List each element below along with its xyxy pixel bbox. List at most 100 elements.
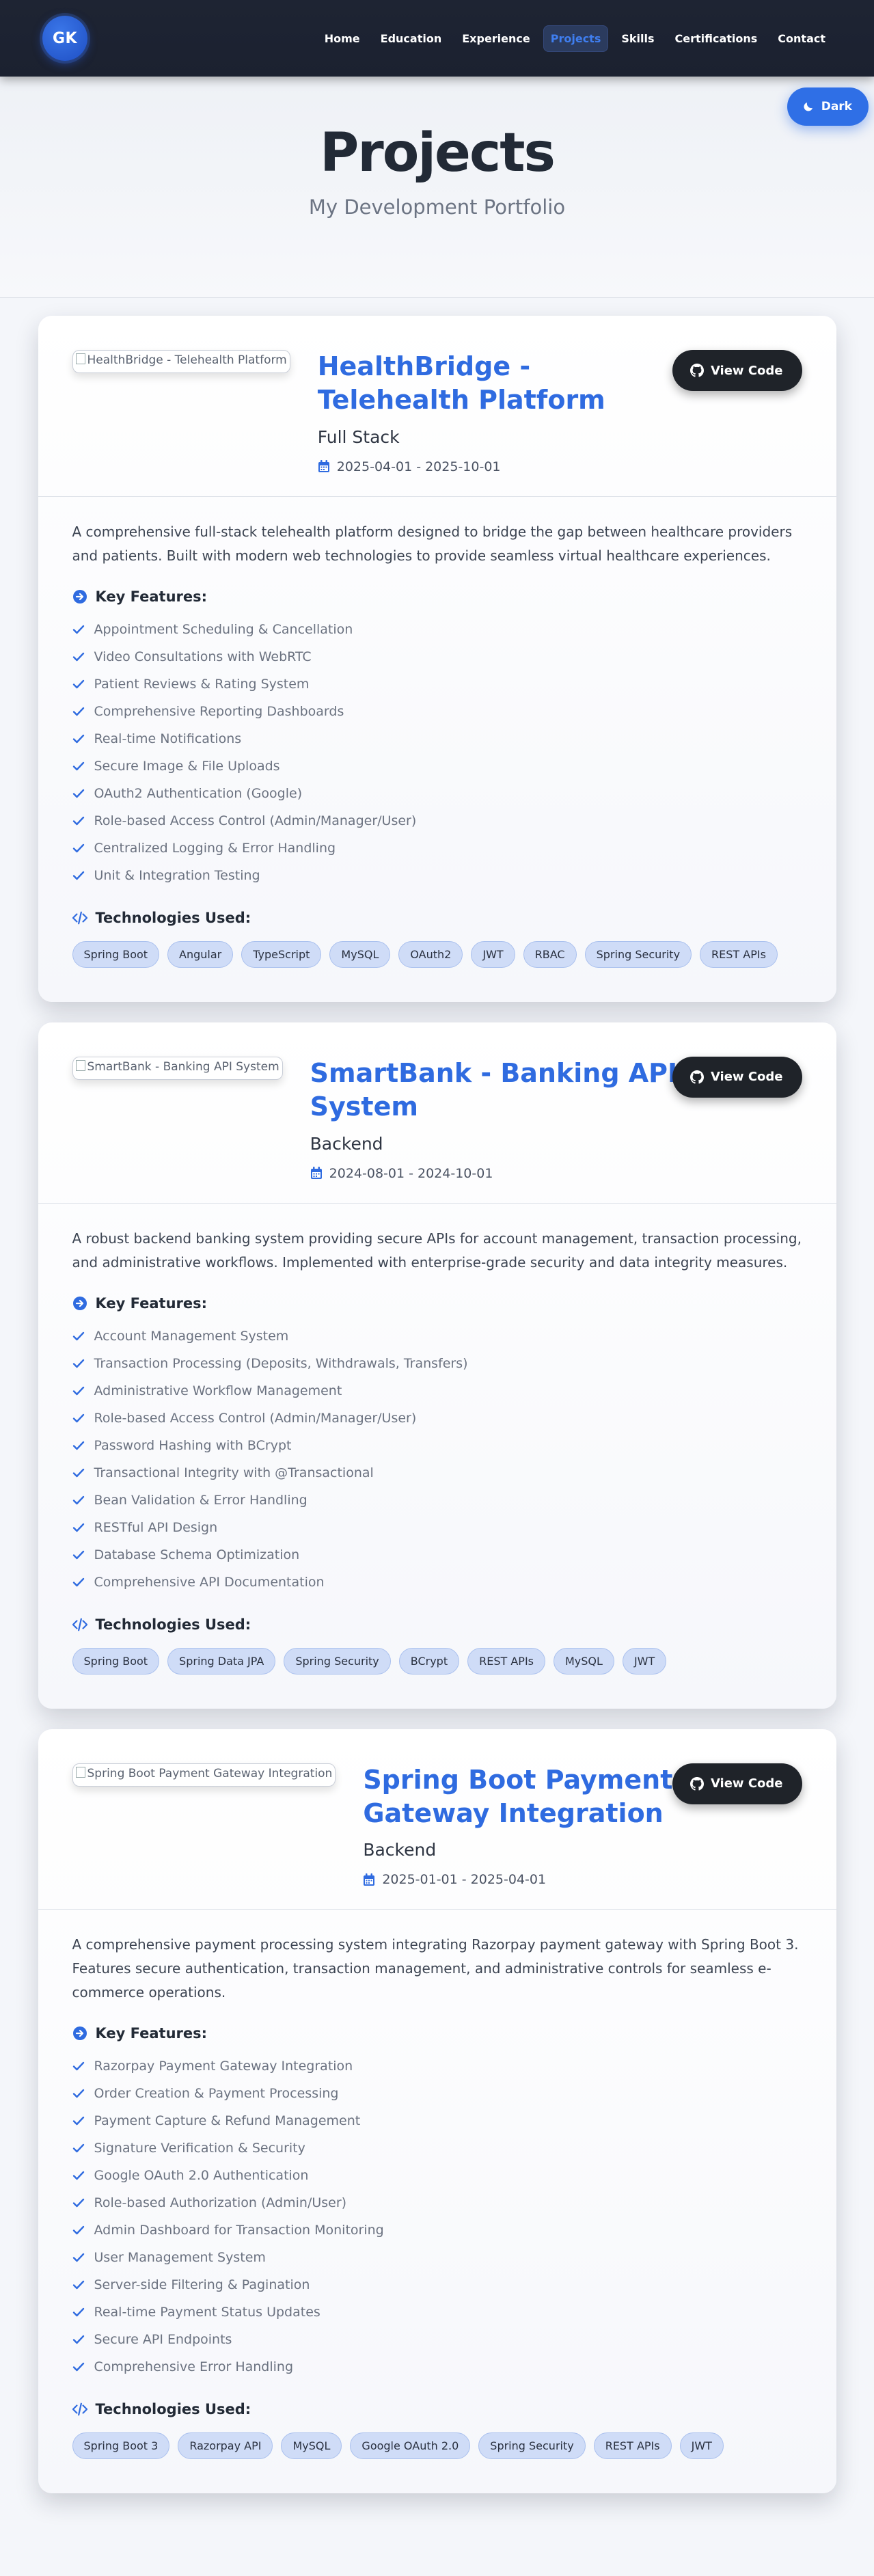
check-icon bbox=[72, 734, 84, 743]
project-body: A comprehensive payment processing syste… bbox=[38, 1910, 836, 2493]
technology-tag: BCrypt bbox=[398, 1647, 460, 1675]
navbar: GK Home Education Experience Projects Skills… bbox=[0, 0, 874, 77]
feature-item: Real-time Notifications bbox=[72, 725, 802, 753]
feature-text: Database Schema Optimization bbox=[94, 1547, 300, 1562]
technology-tag: Google OAuth 2.0 bbox=[350, 2432, 471, 2460]
view-code-label: View Code bbox=[710, 1070, 783, 1085]
calendar-icon bbox=[364, 1873, 375, 1886]
theme-toggle-button[interactable]: Dark bbox=[787, 87, 869, 126]
feature-text: Server-side Filtering & Pagination bbox=[94, 2277, 310, 2293]
feature-text: Role-based Access Control (Admin/Manager… bbox=[94, 1410, 417, 1426]
check-icon bbox=[72, 871, 84, 880]
feature-item: Order Creation & Payment Processing bbox=[72, 2080, 802, 2107]
feature-text: Transactional Integrity with @Transactio… bbox=[94, 1465, 374, 1480]
check-icon bbox=[72, 1386, 84, 1395]
feature-item: Video Consultations with WebRTC bbox=[72, 643, 802, 670]
check-icon bbox=[72, 2171, 84, 2180]
technology-tag: OAuth2 bbox=[398, 940, 463, 968]
technology-tag: JWT bbox=[679, 2432, 724, 2460]
logo[interactable]: GK bbox=[42, 16, 87, 61]
project-type: Backend bbox=[310, 1133, 383, 1154]
view-code-button[interactable]: View Code bbox=[672, 1056, 802, 1098]
feature-text: Centralized Logging & Error Handling bbox=[94, 840, 336, 856]
feature-item: Administrative Workflow Management bbox=[72, 1377, 802, 1405]
feature-text: RESTful API Design bbox=[94, 1519, 218, 1535]
feature-item: Transactional Integrity with @Transactio… bbox=[72, 1459, 802, 1487]
technologies-heading: Technologies Used: bbox=[72, 2401, 802, 2417]
feature-item: OAuth2 Authentication (Google) bbox=[72, 780, 802, 807]
feature-item: Real-time Payment Status Updates bbox=[72, 2299, 802, 2326]
feature-item: Appointment Scheduling & Cancellation bbox=[72, 616, 802, 643]
technology-tag: RBAC bbox=[523, 940, 577, 968]
check-icon bbox=[72, 1441, 84, 1450]
check-icon bbox=[72, 1495, 84, 1504]
technology-tag: Razorpay API bbox=[178, 2432, 273, 2460]
nav-link-contact[interactable]: Contact bbox=[770, 25, 833, 52]
technology-tag: Angular bbox=[167, 940, 234, 968]
feature-text: Patient Reviews & Rating System bbox=[94, 676, 310, 692]
check-icon bbox=[72, 652, 84, 661]
nav-links: Home Education Experience Projects Skills Cer… bbox=[317, 25, 833, 52]
project-description: A robust backend banking system providin… bbox=[72, 1230, 802, 1271]
technology-tags: Spring Boot 3 Razorpay API MySQL Google OAu… bbox=[72, 2432, 802, 2460]
feature-text: Bean Validation & Error Handling bbox=[94, 1492, 308, 1508]
view-code-label: View Code bbox=[710, 363, 783, 378]
feature-text: Comprehensive API Documentation bbox=[94, 1574, 325, 1590]
project-dates-label: 2025-04-01 - 2025-10-01 bbox=[336, 459, 501, 474]
nav-link-education[interactable]: Education bbox=[373, 25, 450, 52]
project-body: A comprehensive full-stack telehealth pl… bbox=[38, 497, 836, 1002]
feature-text: Admin Dashboard for Transaction Monitori… bbox=[94, 2223, 384, 2238]
technology-tag: Spring Security bbox=[478, 2432, 586, 2460]
check-icon bbox=[72, 2062, 84, 2071]
feature-item: Password Hashing with BCrypt bbox=[72, 1432, 802, 1459]
broken-image-icon bbox=[75, 1766, 85, 1778]
check-icon bbox=[72, 761, 84, 770]
project-card: HealthBridge - Telehealth Platform Healt… bbox=[38, 316, 836, 1002]
nav-link-skills[interactable]: Skills bbox=[614, 25, 661, 52]
project-dates: 2025-04-01 - 2025-10-01 bbox=[318, 459, 686, 474]
features-list: Account Management System Transaction Pro… bbox=[72, 1323, 802, 1596]
check-icon bbox=[72, 816, 84, 825]
project-dates-label: 2025-01-01 - 2025-04-01 bbox=[382, 1872, 547, 1888]
feature-item: User Management System bbox=[72, 2244, 802, 2271]
key-features-heading: Key Features: bbox=[72, 588, 802, 605]
technology-tag: JWT bbox=[471, 940, 515, 968]
feature-item: Comprehensive API Documentation bbox=[72, 1569, 802, 1596]
nav-link-home[interactable]: Home bbox=[317, 25, 368, 52]
check-icon bbox=[72, 1413, 84, 1422]
check-icon bbox=[72, 1331, 84, 1340]
technology-tags: Spring Boot Angular TypeScript MySQL OAuth2 J… bbox=[72, 940, 802, 968]
nav-link-projects[interactable]: Projects bbox=[543, 25, 609, 52]
project-card: Spring Boot Payment Gateway Integration … bbox=[38, 1728, 836, 2494]
technologies-heading: Technologies Used: bbox=[72, 910, 802, 926]
features-list: Appointment Scheduling & Cancellation Vid… bbox=[72, 616, 802, 889]
features-list: Razorpay Payment Gateway Integration Orde… bbox=[72, 2052, 802, 2381]
project-card: SmartBank - Banking API System SmartBank… bbox=[38, 1022, 836, 1709]
code-icon bbox=[72, 2402, 87, 2416]
feature-item: Comprehensive Error Handling bbox=[72, 2353, 802, 2381]
feature-text: Secure API Endpoints bbox=[94, 2332, 232, 2348]
nav-link-certifications[interactable]: Certifications bbox=[668, 25, 765, 52]
feature-item: Unit & Integration Testing bbox=[72, 862, 802, 889]
technology-tag: Spring Security bbox=[284, 1647, 391, 1675]
key-features-heading: Key Features: bbox=[72, 2025, 802, 2042]
feature-text: User Management System bbox=[94, 2250, 266, 2266]
view-code-button[interactable]: View Code bbox=[672, 1763, 802, 1804]
check-icon bbox=[72, 2117, 84, 2126]
technologies-label: Technologies Used: bbox=[95, 1616, 251, 1633]
check-icon bbox=[72, 1359, 84, 1368]
view-code-button[interactable]: View Code bbox=[672, 350, 802, 391]
project-image-alt: SmartBank - Banking API System bbox=[87, 1059, 279, 1074]
key-features-heading: Key Features: bbox=[72, 1295, 802, 1312]
check-icon bbox=[72, 1468, 84, 1477]
feature-item: Admin Dashboard for Transaction Monitori… bbox=[72, 2216, 802, 2244]
feature-item: Patient Reviews & Rating System bbox=[72, 670, 802, 698]
feature-text: Appointment Scheduling & Cancellation bbox=[94, 621, 353, 637]
nav-link-experience[interactable]: Experience bbox=[454, 25, 538, 52]
feature-item: RESTful API Design bbox=[72, 1514, 802, 1541]
feature-text: Comprehensive Error Handling bbox=[94, 2359, 294, 2375]
feature-text: Order Creation & Payment Processing bbox=[94, 2086, 339, 2102]
calendar-icon bbox=[318, 460, 329, 473]
code-icon bbox=[72, 911, 87, 925]
technology-tag: Spring Boot 3 bbox=[72, 2432, 170, 2460]
